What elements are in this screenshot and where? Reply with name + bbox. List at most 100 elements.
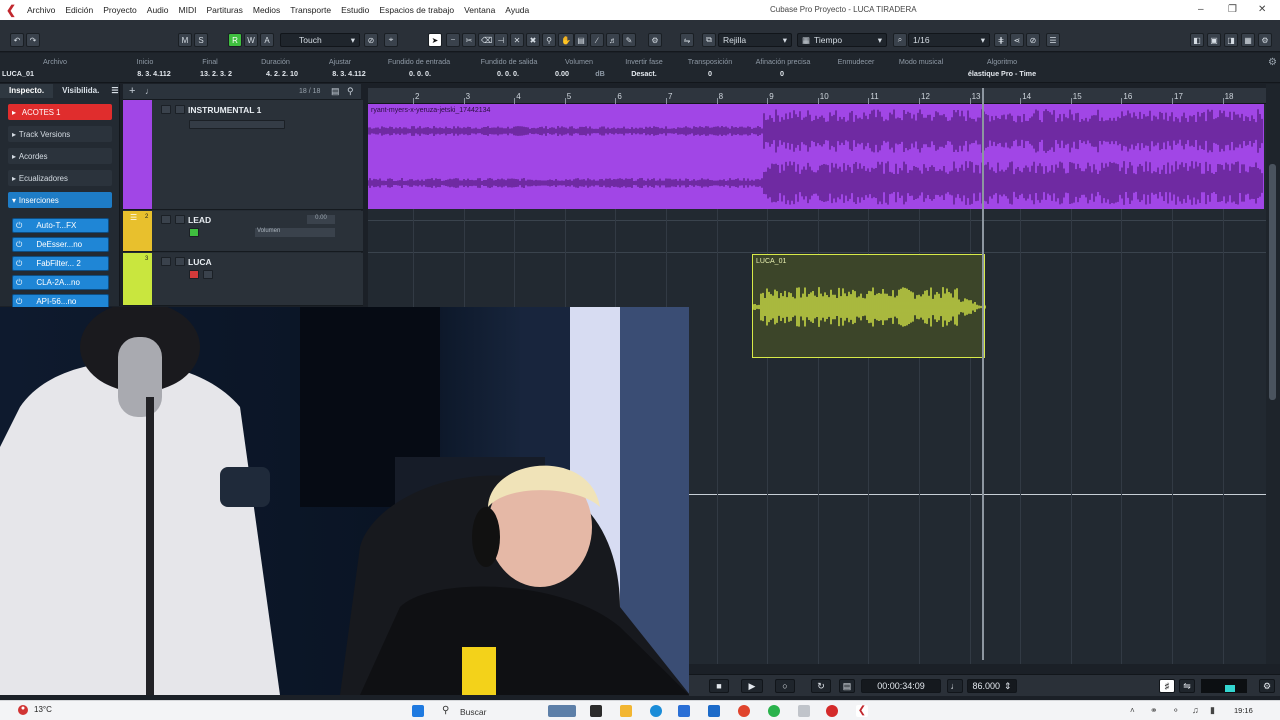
- hand-tool-icon[interactable]: ✋: [558, 33, 574, 47]
- insert-slot-4[interactable]: ⏻ CLA-2A...no: [12, 275, 109, 290]
- layout-left-icon[interactable]: ◧: [1190, 33, 1204, 47]
- snap-type-select[interactable]: Rejilla ▾: [718, 33, 792, 47]
- info-value-file[interactable]: LUCA_01: [2, 69, 42, 78]
- windows-start-icon[interactable]: [412, 705, 424, 717]
- mute-button[interactable]: M: [178, 33, 192, 47]
- cycle-icon[interactable]: ↻: [811, 679, 831, 693]
- minimize-icon[interactable]: –: [1198, 4, 1204, 15]
- iterative-quantize-icon[interactable]: ⊘: [1026, 33, 1040, 47]
- info-value-end[interactable]: 13. 2. 3. 2: [188, 69, 244, 78]
- scissors-icon[interactable]: ✕: [510, 33, 524, 47]
- layout-zones-icon[interactable]: ▦: [1241, 33, 1255, 47]
- undo-icon[interactable]: ↶: [10, 33, 24, 47]
- section-equalizers[interactable]: ▸ Ecualizadores: [8, 170, 112, 186]
- info-value-fade-out[interactable]: 0. 0. 0.: [480, 69, 536, 78]
- insert-slot-3[interactable]: ⏻ FabFilter... 2: [12, 256, 109, 271]
- snap-icon[interactable]: ⚙: [648, 33, 662, 47]
- monitor-button[interactable]: [203, 270, 213, 279]
- redo-icon[interactable]: ↷: [26, 33, 40, 47]
- info-settings-icon[interactable]: ⚙: [1268, 57, 1277, 68]
- quantize-setup-icon[interactable]: ⋖: [1010, 33, 1024, 47]
- tray-chevron-up-icon[interactable]: ˄: [1130, 706, 1135, 715]
- weather-temp[interactable]: 13°C: [34, 705, 52, 714]
- time-display[interactable]: 00:00:34:09: [861, 679, 941, 693]
- record-button[interactable]: ○: [775, 679, 795, 693]
- project-cursor[interactable]: [982, 88, 984, 660]
- track-mute-button[interactable]: [161, 215, 171, 224]
- menu-icon[interactable]: ☰: [1046, 33, 1060, 47]
- track-visibility-icon[interactable]: ▤: [331, 86, 340, 97]
- info-value-length[interactable]: 4. 2. 2. 10: [253, 69, 311, 78]
- grid-type-select[interactable]: ▦ Tiempo ▾: [797, 33, 887, 47]
- quantize-select[interactable]: 1/16 ▾: [908, 33, 990, 47]
- mail-icon[interactable]: [708, 705, 720, 717]
- track-luca[interactable]: 3 LUCA: [123, 253, 363, 306]
- info-value-finetune[interactable]: 0: [772, 69, 792, 78]
- power-icon[interactable]: ⏻: [16, 278, 22, 288]
- battery-icon[interactable]: ▮: [1210, 705, 1215, 716]
- play-tool-icon[interactable]: ♬: [606, 33, 620, 47]
- tempo-display[interactable]: 86.000 ⇕: [967, 679, 1017, 693]
- menu-item-8[interactable]: Estudio: [336, 5, 374, 15]
- section-inserts[interactable]: ▾ Inserciones: [8, 192, 112, 208]
- quantize-apply-icon[interactable]: ⋕: [994, 33, 1008, 47]
- info-value-volume[interactable]: 0.00: [548, 69, 576, 78]
- weather-icon[interactable]: ●: [18, 705, 28, 715]
- layout-right-icon[interactable]: ◨: [1224, 33, 1238, 47]
- insert-slot-2[interactable]: ⏻ DeEsser...no: [12, 237, 109, 252]
- scroll-thumb[interactable]: [1269, 164, 1276, 400]
- zoom-tool-icon[interactable]: ⚲: [542, 33, 556, 47]
- menu-item-11[interactable]: Ayuda: [500, 5, 534, 15]
- track-mute-button[interactable]: [161, 257, 171, 266]
- track-lead[interactable]: ☰ 2 LEAD 0.00 Volumen: [123, 211, 363, 252]
- volume-icon[interactable]: ♫: [1192, 705, 1199, 715]
- write-button[interactable]: W: [244, 33, 258, 47]
- record-enable-button[interactable]: [189, 270, 199, 279]
- info-value-snap[interactable]: 8. 3. 4.112: [320, 69, 378, 78]
- track-name[interactable]: LEAD: [188, 215, 211, 225]
- menu-item-3[interactable]: Audio: [142, 5, 174, 15]
- section-track-versions[interactable]: ▸ Track Versions: [8, 126, 112, 142]
- cubase-taskbar-icon[interactable]: ❮: [856, 705, 868, 717]
- info-value-phase[interactable]: Desact.: [620, 69, 668, 78]
- power-icon[interactable]: ⏻: [16, 259, 22, 269]
- menu-item-1[interactable]: Edición: [60, 5, 98, 15]
- tab-inspector[interactable]: Inspecto.: [0, 84, 54, 98]
- chrome-icon[interactable]: [738, 705, 750, 717]
- taskbar-search[interactable]: Buscar: [460, 707, 486, 717]
- track-solo-button[interactable]: [175, 257, 185, 266]
- snap-toggle-icon[interactable]: ⧉: [702, 33, 716, 47]
- transport-settings-icon[interactable]: ⚙: [1259, 679, 1275, 693]
- color-tool-icon[interactable]: ✎: [622, 33, 636, 47]
- automation-mode-select[interactable]: Touch ▾: [280, 33, 360, 47]
- audio-event-luca[interactable]: LUCA_01: [752, 254, 986, 358]
- app-icon[interactable]: [826, 705, 838, 717]
- autoscroll-icon[interactable]: ⇋: [680, 33, 694, 47]
- info-value-transpose[interactable]: 0: [700, 69, 720, 78]
- automation-button[interactable]: A: [260, 33, 274, 47]
- widgets-icon[interactable]: [548, 705, 576, 717]
- info-value-fade-in[interactable]: 0. 0. 0.: [392, 69, 448, 78]
- add-track-icon[interactable]: +: [129, 85, 135, 97]
- track-controls-strip[interactable]: [189, 120, 285, 129]
- section-chords[interactable]: ▸ Acordes: [8, 148, 112, 164]
- track-solo-button[interactable]: [175, 105, 185, 114]
- menu-item-7[interactable]: Transporte: [285, 5, 336, 15]
- read-automation-button[interactable]: [189, 228, 199, 237]
- task-view-icon[interactable]: [590, 705, 602, 717]
- menu-item-6[interactable]: Medios: [248, 5, 285, 15]
- search-icon[interactable]: ⚲: [442, 705, 449, 716]
- glue-tool-icon[interactable]: ⊣: [494, 33, 508, 47]
- menu-item-9[interactable]: Espacios de trabajo: [374, 5, 459, 15]
- track-name[interactable]: LUCA: [188, 257, 212, 267]
- whatsapp-icon[interactable]: [768, 705, 780, 717]
- sync-icon[interactable]: ⇋: [1179, 679, 1195, 693]
- split-tool-icon[interactable]: ✂: [462, 33, 476, 47]
- track-name[interactable]: INSTRUMENTAL 1: [188, 105, 261, 115]
- menu-item-0[interactable]: Archivo: [22, 5, 60, 15]
- power-icon[interactable]: ⏻: [16, 297, 22, 307]
- read-button[interactable]: R: [228, 33, 242, 47]
- quantize-icon[interactable]: ⌕: [893, 33, 907, 47]
- info-value-start[interactable]: 8. 3. 4.112: [125, 69, 183, 78]
- insert-slot-1[interactable]: ⏻ Auto-T...FX: [12, 218, 109, 233]
